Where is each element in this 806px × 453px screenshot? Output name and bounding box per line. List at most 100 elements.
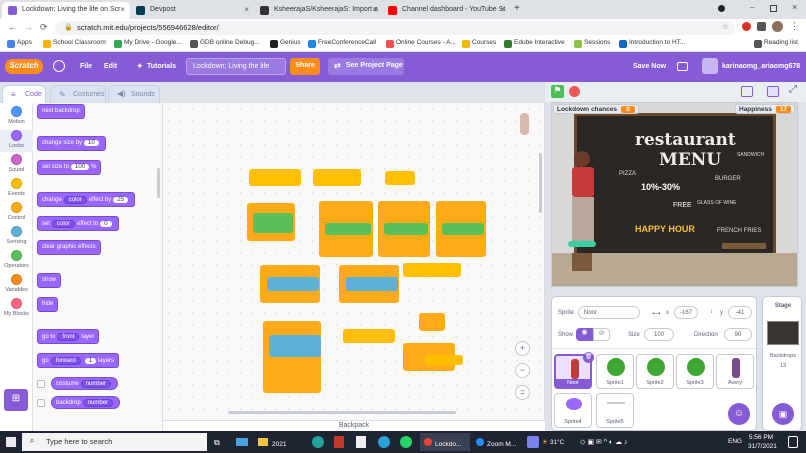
reload-icon[interactable]: ⟳: [40, 22, 48, 33]
block-costume-number[interactable]: costume number: [51, 377, 119, 390]
category-my-blocks[interactable]: My Blocks: [0, 298, 33, 320]
stop-icon[interactable]: [569, 86, 580, 97]
script-block[interactable]: [313, 169, 361, 186]
small-stage-icon[interactable]: [741, 86, 753, 97]
url-field[interactable]: 🔒 scratch.mit.edu/projects/556946628/edi…: [55, 21, 735, 35]
delete-icon[interactable]: 🗑: [583, 352, 594, 363]
sprite-noor-body[interactable]: [572, 167, 594, 197]
edge-icon[interactable]: [312, 436, 324, 448]
zoom-reset-icon[interactable]: =: [515, 385, 530, 400]
sprite-thumb-sprite5[interactable]: Sprite5: [596, 393, 634, 428]
menu-tutorials[interactable]: Tutorials: [147, 63, 176, 70]
sprite-thumb-sprite1[interactable]: Sprite1: [596, 354, 634, 389]
script-block[interactable]: [425, 355, 463, 365]
script-block[interactable]: [384, 223, 428, 235]
backpack[interactable]: Backpack: [163, 420, 545, 431]
tab-costumes[interactable]: ✎ Costumes: [50, 85, 106, 103]
task-view-icon[interactable]: ⧉: [214, 433, 220, 451]
sprite-thumb-avery[interactable]: Avery: [716, 354, 754, 389]
bookmark-edube[interactable]: Edube Interactive: [504, 39, 565, 48]
close-icon[interactable]: ×: [500, 5, 505, 14]
close-icon[interactable]: ×: [244, 5, 249, 14]
bookmark-online-courses[interactable]: Online Courses - A...: [386, 39, 456, 48]
extension-icon[interactable]: [742, 22, 751, 31]
block-go-forward-layers[interactable]: go forward 1 layers: [37, 353, 120, 368]
large-stage-icon[interactable]: [767, 86, 779, 97]
show-hidden-icon[interactable]: ⊘: [593, 328, 610, 341]
close-icon[interactable]: ×: [120, 5, 125, 14]
sprite-thumb-noor[interactable]: 🗑 Noor: [554, 352, 594, 389]
category-control[interactable]: Control: [0, 202, 33, 224]
block-hide[interactable]: hide: [37, 297, 59, 312]
sprite-thumb-sprite2[interactable]: Sprite2: [636, 354, 674, 389]
bookmark-gdb[interactable]: GDB online Debug...: [190, 39, 260, 48]
block-backdrop-number[interactable]: backdrop number: [51, 396, 121, 409]
menu-file[interactable]: File: [80, 63, 92, 70]
mail-icon[interactable]: [236, 438, 248, 446]
category-sensing[interactable]: Sensing: [0, 226, 33, 248]
windows-start-icon[interactable]: [6, 437, 16, 447]
taskbar-zoom[interactable]: Zoom M...: [472, 433, 522, 451]
close-icon[interactable]: ×: [372, 5, 377, 14]
bookmark-my-drive[interactable]: My Drive - Google...: [114, 39, 182, 48]
costume-monitor-checkbox[interactable]: [37, 380, 45, 388]
see-project-page-button[interactable]: ⇄ See Project Page: [328, 58, 404, 75]
more-icon[interactable]: ⋮: [790, 21, 799, 32]
stage-selector-pane[interactable]: Stage Backdrops 13 ▣: [762, 296, 802, 431]
notepad-icon[interactable]: [356, 436, 366, 448]
new-tab-button[interactable]: +: [514, 3, 520, 14]
x-position-input[interactable]: -167: [674, 306, 698, 319]
project-title-input[interactable]: Lockdown; Living the life: [186, 58, 286, 75]
backdrop-monitor-checkbox[interactable]: [37, 399, 45, 407]
script-block[interactable]: [346, 277, 398, 291]
category-sound[interactable]: Sound: [0, 154, 33, 176]
back-icon[interactable]: ←: [8, 22, 17, 32]
workspace-scrollbar-horizontal[interactable]: [228, 411, 456, 414]
block-clear-graphic-effects[interactable]: clear graphic effects: [37, 240, 101, 255]
direction-input[interactable]: 90: [724, 328, 752, 341]
tab-github[interactable]: KsheerajaS/KsheerajaS: Import a ×: [254, 2, 382, 19]
taskbar-weather[interactable]: ☀ 31°C: [542, 433, 564, 451]
script-block[interactable]: [263, 321, 321, 393]
block-input[interactable]: 10: [84, 140, 99, 146]
window-close-icon[interactable]: ×: [792, 2, 797, 12]
code-workspace[interactable]: + − =: [163, 103, 545, 420]
taskbar-search-input[interactable]: ⌕ Type here to search: [22, 433, 207, 451]
script-block[interactable]: [419, 313, 445, 331]
workspace-scrollbar-vertical[interactable]: [539, 153, 542, 213]
block-input[interactable]: 1: [84, 358, 97, 364]
category-variables[interactable]: Variables: [0, 274, 33, 296]
category-looks[interactable]: Looks: [0, 130, 33, 152]
size-input[interactable]: 100: [644, 328, 674, 341]
tab-devpost[interactable]: Devpost ×: [130, 2, 254, 19]
script-block[interactable]: [325, 223, 371, 235]
my-stuff-icon[interactable]: [677, 62, 688, 71]
avatar[interactable]: [702, 58, 718, 74]
effect-dropdown[interactable]: color: [52, 220, 76, 228]
block-next-backdrop[interactable]: next backdrop: [37, 104, 85, 119]
bookmark-intro-html[interactable]: Introduction to HT...: [619, 39, 685, 48]
stage-canvas[interactable]: restaurant MENU PIZZA 10%-30% HAPPY HOUR…: [551, 102, 798, 287]
menu-edit[interactable]: Edit: [104, 63, 117, 70]
script-block[interactable]: [249, 169, 301, 186]
green-flag-icon[interactable]: ⚑: [551, 85, 564, 98]
maximize-icon[interactable]: [770, 5, 777, 12]
block-input[interactable]: 100: [71, 164, 90, 170]
script-block[interactable]: [253, 213, 293, 233]
script-block[interactable]: [403, 263, 461, 277]
bookmark-apps[interactable]: Apps: [7, 39, 32, 48]
taskbar-folder[interactable]: 2021: [258, 433, 286, 451]
block-show[interactable]: show: [37, 273, 62, 288]
block-go-to-layer[interactable]: go to front layer: [37, 329, 100, 344]
bookmark-courses[interactable]: Courses: [462, 39, 496, 48]
script-block[interactable]: [385, 171, 415, 185]
globe-icon[interactable]: [53, 60, 65, 72]
sprite-noor-shoes[interactable]: [568, 241, 596, 247]
costume-dropdown[interactable]: number: [80, 380, 112, 388]
backdrop-dropdown[interactable]: number: [82, 399, 114, 407]
minimize-icon[interactable]: –: [750, 3, 754, 12]
bookmark-school-classroom[interactable]: School Classroom: [43, 39, 106, 48]
y-position-input[interactable]: -41: [728, 306, 752, 319]
add-backdrop-icon[interactable]: ▣: [772, 403, 794, 425]
tab-youtube[interactable]: Channel dashboard - YouTube St ×: [382, 2, 510, 19]
